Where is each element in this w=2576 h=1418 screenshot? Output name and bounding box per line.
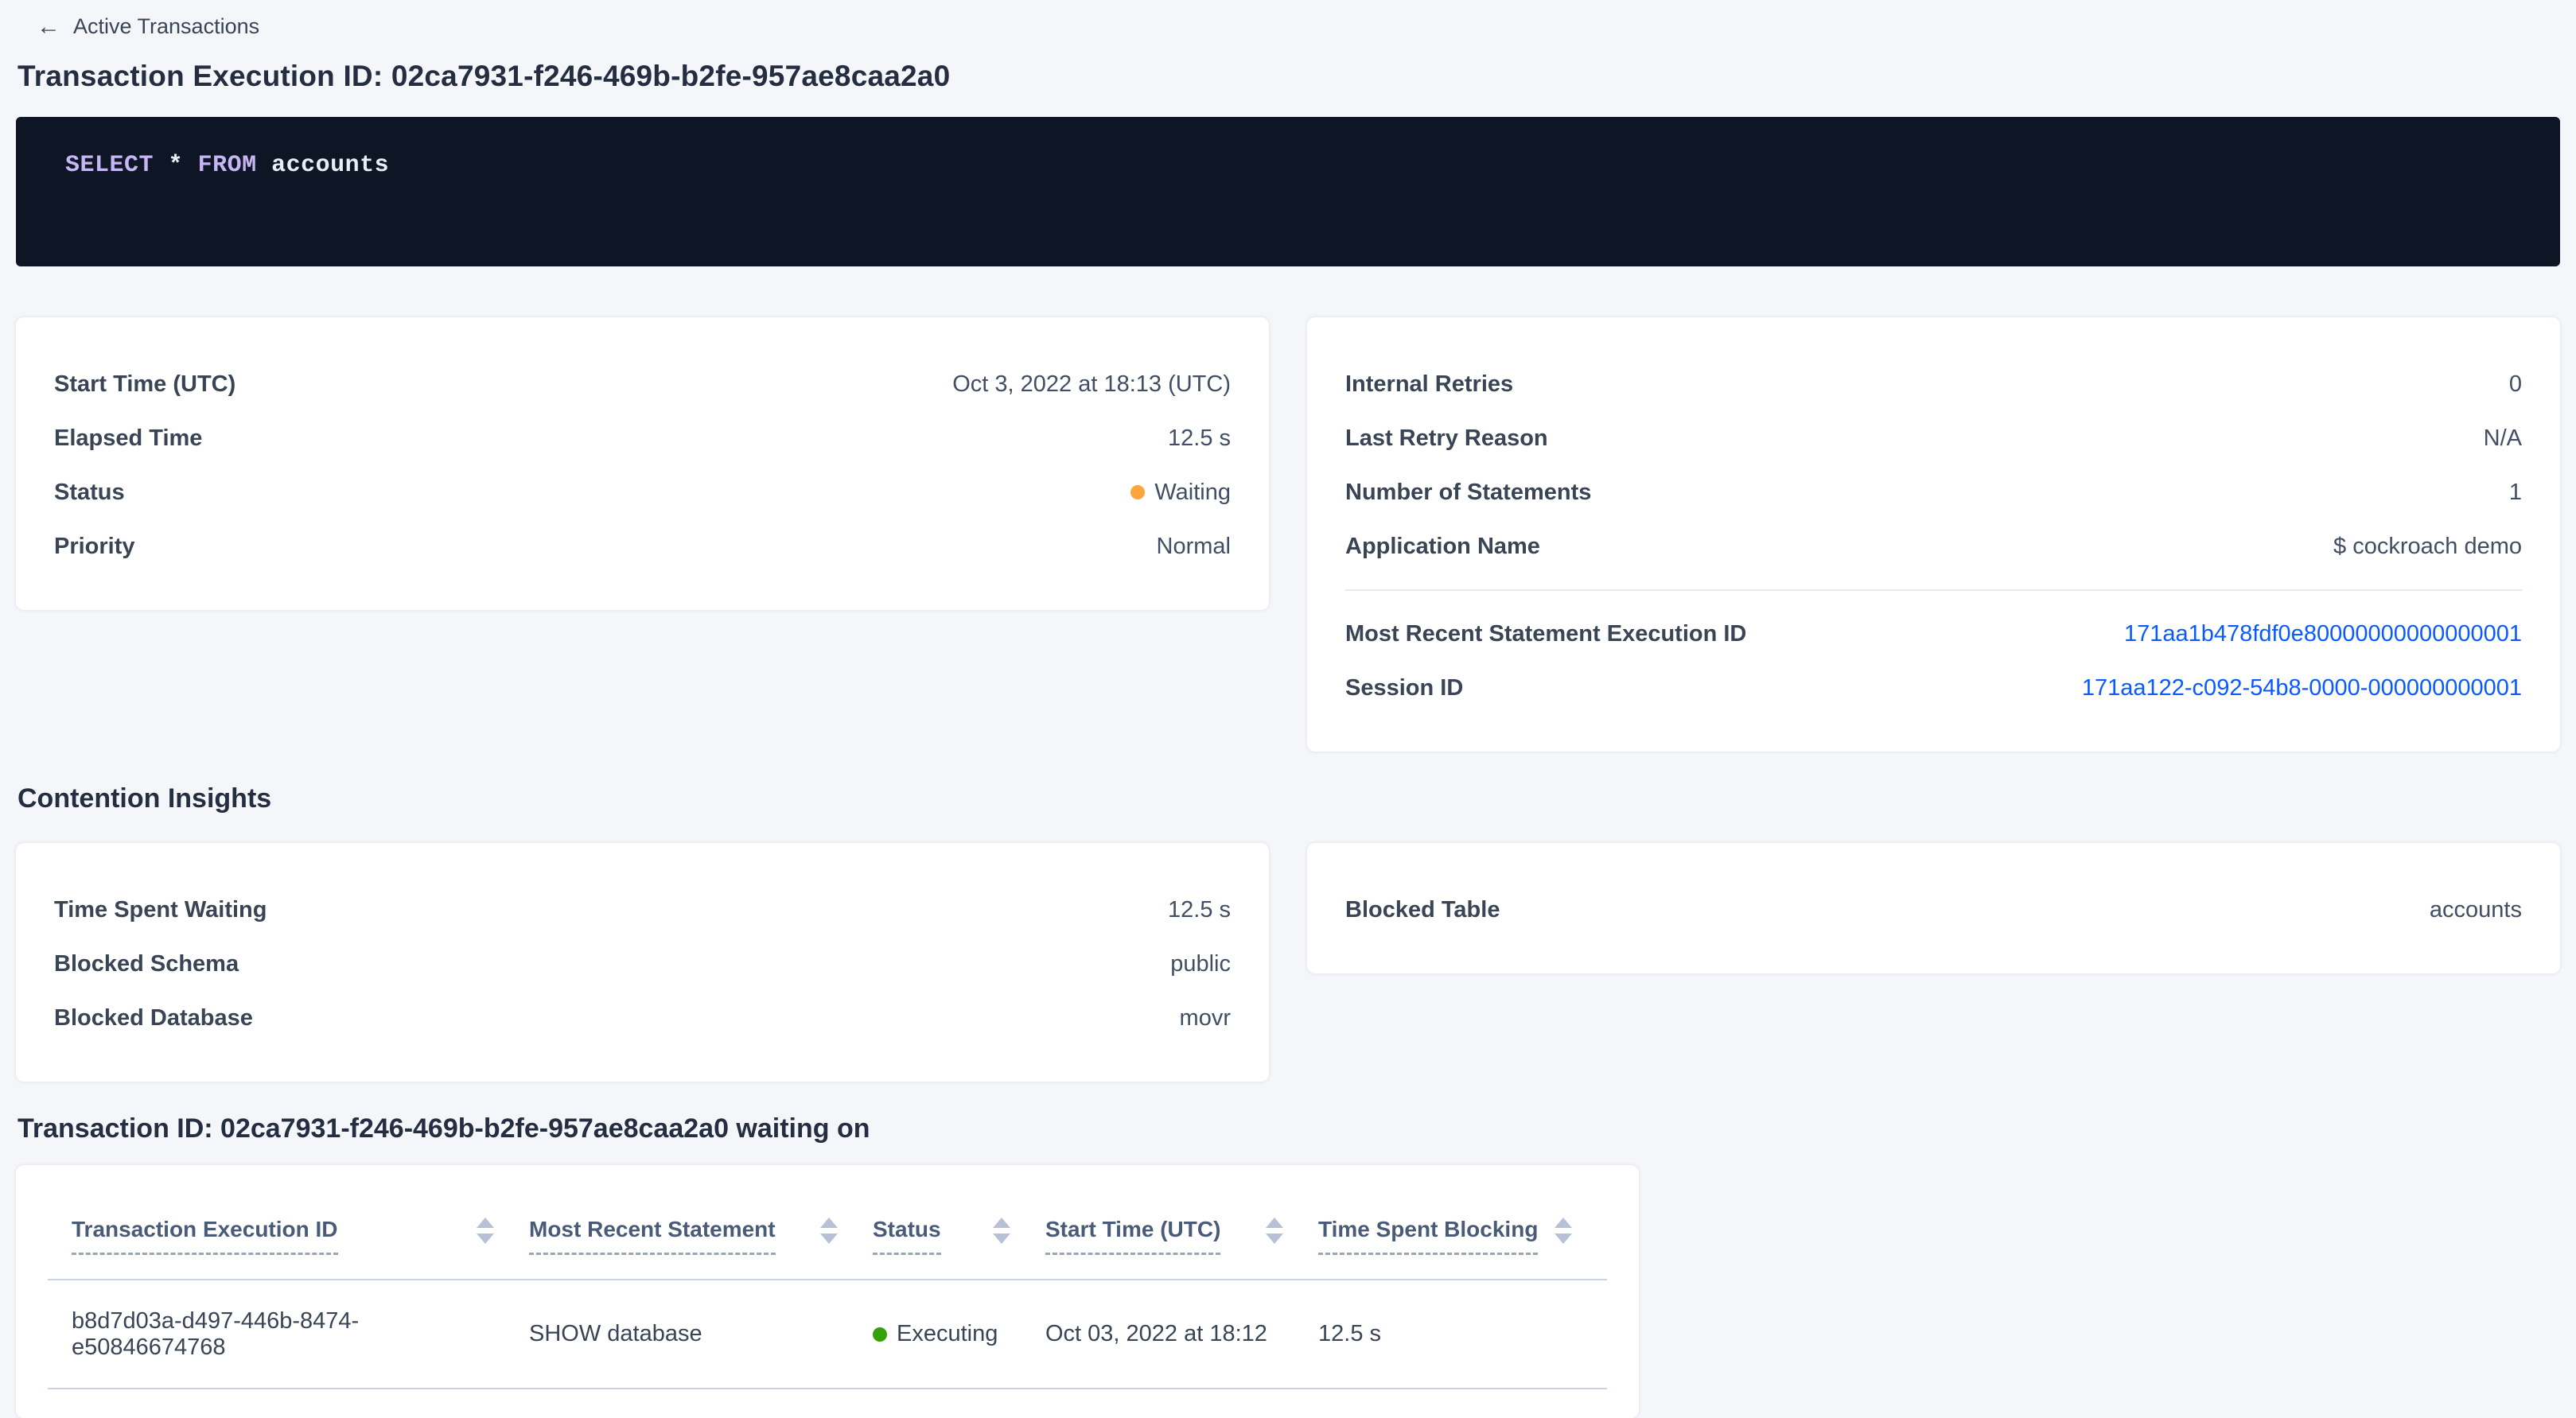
cell-most-recent-statement: SHOW database [529, 1321, 873, 1347]
summary-cards-row: Start Time (UTC) Oct 3, 2022 at 18:13 (U… [16, 317, 2560, 752]
waiting-on-table-card: Transaction Execution ID Most Recent Sta… [16, 1165, 1639, 1418]
elapsed-time-label: Elapsed Time [54, 424, 202, 453]
back-to-active-transactions[interactable]: ← Active Transactions [37, 14, 2560, 39]
column-header-label: Status [873, 1216, 941, 1255]
priority-value: Normal [1157, 532, 1231, 561]
contention-waiting-card: Time Spent Waiting 12.5 s Blocked Schema… [16, 843, 1269, 1082]
column-header-most-recent-statement[interactable]: Most Recent Statement [529, 1216, 873, 1255]
start-time-label: Start Time (UTC) [54, 370, 235, 398]
row-time-spent-waiting: Time Spent Waiting 12.5 s [54, 883, 1231, 937]
sql-keyword-select: SELECT [65, 152, 154, 179]
contention-insights-heading: Contention Insights [18, 783, 2560, 814]
transaction-details-page: ← Active Transactions Transaction Execut… [0, 0, 2576, 1418]
blocked-database-value: movr [1180, 1004, 1231, 1032]
column-header-status[interactable]: Status [873, 1216, 1045, 1255]
status-dot-waiting-icon [1130, 485, 1145, 499]
blocked-schema-value: public [1170, 950, 1231, 978]
page-title: Transaction Execution ID: 02ca7931-f246-… [18, 60, 2560, 93]
column-header-label: Time Spent Blocking [1318, 1216, 1538, 1255]
breadcrumb-label: Active Transactions [73, 14, 259, 39]
column-header-time-spent-blocking[interactable]: Time Spent Blocking [1318, 1216, 1607, 1255]
sort-icon[interactable] [1555, 1218, 1572, 1244]
blocked-table-label: Blocked Table [1345, 895, 1500, 924]
session-id-label: Session ID [1345, 674, 1463, 702]
row-internal-retries: Internal Retries 0 [1345, 357, 2522, 411]
status-value: Waiting [1130, 478, 1231, 507]
row-blocked-table: Blocked Table accounts [1345, 883, 2522, 937]
most-recent-statement-execution-id-label: Most Recent Statement Execution ID [1345, 620, 1746, 648]
sort-icon[interactable] [820, 1218, 838, 1244]
blocked-database-label: Blocked Database [54, 1004, 253, 1032]
column-header-start-time[interactable]: Start Time (UTC) [1045, 1216, 1318, 1255]
row-session-id: Session ID 171aa122-c092-54b8-0000-00000… [1345, 661, 2522, 715]
sort-icon[interactable] [477, 1218, 494, 1244]
time-spent-waiting-value: 12.5 s [1168, 895, 1231, 924]
blocked-table-value: accounts [2430, 895, 2522, 924]
row-blocked-schema: Blocked Schema public [54, 937, 1231, 991]
row-last-retry-reason: Last Retry Reason N/A [1345, 411, 2522, 465]
cell-start-time: Oct 03, 2022 at 18:12 [1045, 1321, 1318, 1347]
status-dot-executing-icon [873, 1327, 887, 1342]
sort-icon[interactable] [1266, 1218, 1283, 1244]
sql-keyword-from: FROM [198, 152, 257, 179]
card-divider [1345, 589, 2522, 591]
sql-statement-box: SELECT * FROM accounts [16, 117, 2560, 266]
sort-icon[interactable] [993, 1218, 1010, 1244]
status-text: Waiting [1154, 478, 1231, 507]
cell-status: Executing [873, 1321, 1045, 1347]
row-most-recent-statement-execution-id: Most Recent Statement Execution ID 171aa… [1345, 607, 2522, 661]
table-row: b8d7d03a-d497-446b-8474-e50846674768 SHO… [48, 1280, 1607, 1389]
status-label: Status [54, 478, 125, 507]
column-header-label: Most Recent Statement [529, 1216, 776, 1255]
start-time-value: Oct 3, 2022 at 18:13 (UTC) [952, 370, 1231, 398]
elapsed-time-value: 12.5 s [1168, 424, 1231, 453]
row-status: Status Waiting [54, 465, 1231, 519]
sql-star: * [169, 152, 184, 179]
summary-card: Start Time (UTC) Oct 3, 2022 at 18:13 (U… [16, 317, 1269, 610]
session-id-link[interactable]: 171aa122-c092-54b8-0000-000000000001 [2082, 674, 2522, 702]
waiting-on-table-header: Transaction Execution ID Most Recent Sta… [48, 1216, 1607, 1255]
last-retry-reason-label: Last Retry Reason [1345, 424, 1548, 453]
status-text: Executing [897, 1321, 998, 1347]
last-retry-reason-value: N/A [2484, 424, 2522, 453]
blocked-schema-label: Blocked Schema [54, 950, 239, 978]
application-name-value: $ cockroach demo [2333, 532, 2522, 561]
column-header-label: Transaction Execution ID [72, 1216, 338, 1255]
row-start-time: Start Time (UTC) Oct 3, 2022 at 18:13 (U… [54, 357, 1231, 411]
column-header-label: Start Time (UTC) [1045, 1216, 1220, 1255]
most-recent-statement-execution-id-link[interactable]: 171aa1b478fdf0e80000000000000001 [2124, 620, 2522, 648]
time-spent-waiting-label: Time Spent Waiting [54, 895, 267, 924]
number-of-statements-label: Number of Statements [1345, 478, 1591, 507]
row-number-of-statements: Number of Statements 1 [1345, 465, 2522, 519]
row-elapsed-time: Elapsed Time 12.5 s [54, 411, 1231, 465]
details-card: Internal Retries 0 Last Retry Reason N/A… [1307, 317, 2560, 752]
cell-time-spent-blocking: 12.5 s [1318, 1321, 1607, 1347]
application-name-label: Application Name [1345, 532, 1540, 561]
row-application-name: Application Name $ cockroach demo [1345, 519, 2522, 573]
row-priority: Priority Normal [54, 519, 1231, 573]
contention-cards-row: Time Spent Waiting 12.5 s Blocked Schema… [16, 843, 2560, 1082]
number-of-statements-value: 1 [2509, 478, 2522, 507]
row-blocked-database: Blocked Database movr [54, 991, 1231, 1045]
internal-retries-value: 0 [2509, 370, 2522, 398]
waiting-on-heading: Transaction ID: 02ca7931-f246-469b-b2fe-… [18, 1113, 2560, 1144]
contention-blocked-table-card: Blocked Table accounts [1307, 843, 2560, 973]
sql-table-name: accounts [271, 152, 389, 179]
column-header-transaction-execution-id[interactable]: Transaction Execution ID [72, 1216, 529, 1255]
priority-label: Priority [54, 532, 135, 561]
arrow-left-icon: ← [37, 15, 60, 39]
cell-transaction-execution-id: b8d7d03a-d497-446b-8474-e50846674768 [72, 1308, 529, 1361]
internal-retries-label: Internal Retries [1345, 370, 1513, 398]
